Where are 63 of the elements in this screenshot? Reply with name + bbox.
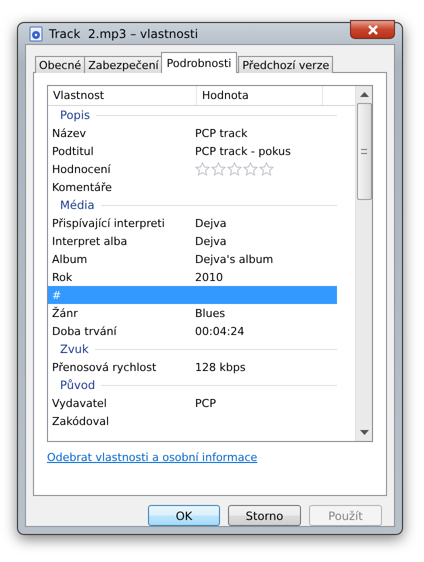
property-name: Název [51,126,88,140]
property-row[interactable]: Přenosová rychlost 128 kbps [48,358,337,376]
property-name: # [51,288,62,302]
property-name: Přenosová rychlost [51,360,158,374]
property-name: Hodnocení [51,162,112,176]
property-name: Doba trvání [51,324,118,338]
property-value: Dejva's album [195,252,274,266]
property-value: Blues [195,306,226,320]
property-value: 2010 [195,270,223,284]
property-row[interactable]: Podtitul PCP track - pokus [48,142,337,160]
group-header: Zvuk [60,342,89,356]
property-name: Interpret alba [51,234,128,248]
close-icon [366,24,378,34]
property-name: Album [51,252,88,266]
tab[interactable]: Zabezpečení [84,56,163,73]
scroll-down-icon[interactable] [360,430,368,435]
property-value: Dejva [195,234,227,248]
star-icon[interactable] [227,162,242,176]
dialog-button[interactable]: Storno [228,505,301,526]
property-value: Dejva [195,216,227,230]
star-icon[interactable] [195,162,210,176]
property-name: Podtitul [51,144,95,158]
scroll-thumb[interactable] [356,103,372,200]
remove-properties-link[interactable]: Odebrat vlastnosti a osobní informace [47,451,258,464]
property-name: Rok [51,270,74,284]
property-row[interactable]: Žánr Blues [48,304,337,322]
property-value: 128 kbps [195,360,246,374]
scroll-up-icon[interactable] [360,92,368,97]
property-row[interactable]: Doba trvání 00:04:24 [48,322,337,340]
property-row[interactable]: Zakódoval [48,412,337,430]
property-name: Zakódoval [51,414,110,428]
property-name: Vydavatel [51,396,108,410]
property-value: PCP track [195,126,248,140]
star-icon[interactable] [211,162,226,176]
property-name: Komentáře [51,180,113,194]
column-header[interactable]: Vlastnost [48,86,197,105]
property-row[interactable]: Komentáře [48,178,337,196]
tab[interactable]: Podrobnosti [160,52,238,73]
property-row[interactable]: Interpret alba Dejva [48,232,337,250]
window-title: Track 2.mp3 – vlastnosti [49,26,200,40]
group-header: Média [60,198,95,212]
property-row[interactable]: Rok 2010 [48,268,337,286]
group-header: Původ [60,378,96,392]
property-name: Žánr [51,306,79,320]
property-row[interactable]: Vydavatel PCP [48,394,337,412]
column-header[interactable]: Hodnota [197,86,323,105]
scrollbar[interactable] [355,86,372,441]
star-icon[interactable] [259,162,274,176]
property-value: 00:04:24 [195,324,244,338]
close-button[interactable] [350,20,395,39]
star-icon[interactable] [243,162,258,176]
property-row[interactable]: Název PCP track [48,124,337,142]
tab[interactable]: Obecné [35,56,86,73]
property-row[interactable]: Album Dejva's album [48,250,337,268]
tab[interactable]: Předchozí verze [238,56,334,73]
property-value: PCP [195,396,216,410]
property-value: PCP track - pokus [195,144,291,158]
property-name: Přispívající interpreti [51,216,166,230]
audio-file-icon [28,26,44,42]
group-header: Popis [60,108,90,122]
property-row[interactable]: Přispívající interpreti Dejva [48,214,337,232]
property-row[interactable]: Hodnocení [48,160,337,178]
dialog-button[interactable]: OK [148,505,220,526]
